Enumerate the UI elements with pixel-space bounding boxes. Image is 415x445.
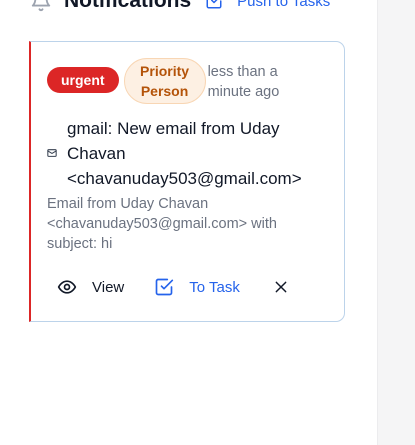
timestamp-line1: less than a <box>207 64 278 80</box>
task-check-icon <box>206 0 222 9</box>
view-button[interactable]: View <box>57 277 124 297</box>
priority-person-badge: Priority Person <box>123 58 206 104</box>
bell-icon <box>31 0 51 12</box>
view-label: View <box>92 278 125 296</box>
priority-badge-line2: Person <box>140 83 189 99</box>
notifications-header: Notifications Push to Tasks <box>30 0 330 16</box>
eye-icon <box>57 280 77 294</box>
timestamp-line2: minute ago <box>207 84 280 100</box>
subject-row: gmail: New email from Uday Chavan <chava… <box>47 116 342 191</box>
notification-card[interactable]: urgent Priority Person less than a minut… <box>29 41 345 322</box>
page-title: Notifications <box>64 0 192 12</box>
push-to-tasks-button[interactable]: Push to Tasks <box>205 0 330 10</box>
badge-row: urgent Priority Person less than a minut… <box>47 58 298 104</box>
urgent-badge: urgent <box>47 67 119 93</box>
timestamp: less than a minute ago <box>208 62 298 102</box>
to-task-button[interactable]: To Task <box>154 277 240 297</box>
to-task-label: To Task <box>189 278 240 296</box>
task-check-icon <box>155 278 174 296</box>
close-icon[interactable] <box>273 279 289 295</box>
notification-body: Email from Uday Chavan <chavanuday503@gm… <box>47 196 277 252</box>
notification-subject: gmail: New email from Uday Chavan <chava… <box>67 119 302 188</box>
envelope-icon <box>47 149 57 157</box>
action-row: View To Task <box>47 272 289 302</box>
push-to-tasks-label: Push to Tasks <box>237 0 331 10</box>
priority-badge-line1: Priority <box>140 63 190 79</box>
right-panel-edge <box>377 0 415 445</box>
notifications-panel: Notifications Push to Tasks urgent Prior… <box>0 0 377 445</box>
